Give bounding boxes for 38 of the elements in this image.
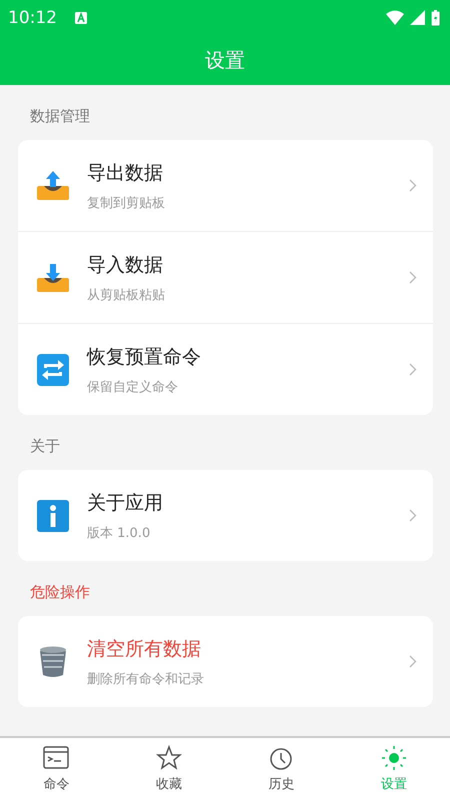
settings-item[interactable]: 恢复预置命令 保留自定义命令 bbox=[18, 323, 433, 415]
settings-item[interactable]: 导出数据 复制到剪贴板 bbox=[18, 140, 433, 231]
nav-tab[interactable]: 历史 bbox=[225, 738, 338, 800]
item-subtitle: 从剪贴板粘贴 bbox=[87, 286, 166, 304]
item-subtitle: 版本 1.0.0 bbox=[87, 524, 152, 542]
terminal-icon bbox=[43, 745, 70, 771]
item-title: 恢复预置命令 bbox=[87, 344, 202, 370]
chevron-icon bbox=[409, 655, 417, 668]
settings-item[interactable]: 导入数据 从剪贴板粘贴 bbox=[18, 231, 433, 323]
section-title: 危险操作 bbox=[29, 582, 91, 603]
settings-item[interactable]: 清空所有数据 删除所有命令和记录 bbox=[18, 616, 433, 707]
wifi-icon bbox=[386, 10, 404, 25]
signal-icon bbox=[410, 10, 425, 25]
inbox-tray-icon bbox=[36, 168, 70, 202]
section-title: 数据管理 bbox=[29, 106, 91, 127]
chevron-icon bbox=[409, 179, 417, 192]
item-title: 清空所有数据 bbox=[87, 636, 202, 662]
sun-icon bbox=[380, 745, 407, 771]
nav-tab[interactable]: 收藏 bbox=[112, 738, 225, 800]
battery-icon bbox=[431, 10, 440, 26]
chevron-icon bbox=[409, 363, 417, 376]
notification-icon bbox=[75, 12, 87, 24]
item-subtitle: 保留自定义命令 bbox=[87, 378, 179, 396]
settings-item[interactable]: 关于应用 版本 1.0.0 bbox=[18, 470, 433, 561]
page-title: 设置 bbox=[205, 46, 245, 74]
item-subtitle: 删除所有命令和记录 bbox=[87, 670, 205, 688]
section-title: 关于 bbox=[29, 436, 61, 457]
item-title: 关于应用 bbox=[87, 490, 164, 516]
arrows-icon bbox=[36, 352, 70, 386]
chevron-icon bbox=[409, 509, 417, 522]
star-icon bbox=[156, 745, 182, 771]
chevron-icon bbox=[409, 271, 417, 284]
item-subtitle: 复制到剪贴板 bbox=[87, 194, 166, 212]
status-time: 10:12 bbox=[8, 8, 57, 28]
item-title: 导入数据 bbox=[87, 252, 164, 278]
info-icon bbox=[36, 498, 70, 532]
nav-tab[interactable]: 命令 bbox=[0, 738, 112, 800]
item-title: 导出数据 bbox=[87, 160, 164, 186]
